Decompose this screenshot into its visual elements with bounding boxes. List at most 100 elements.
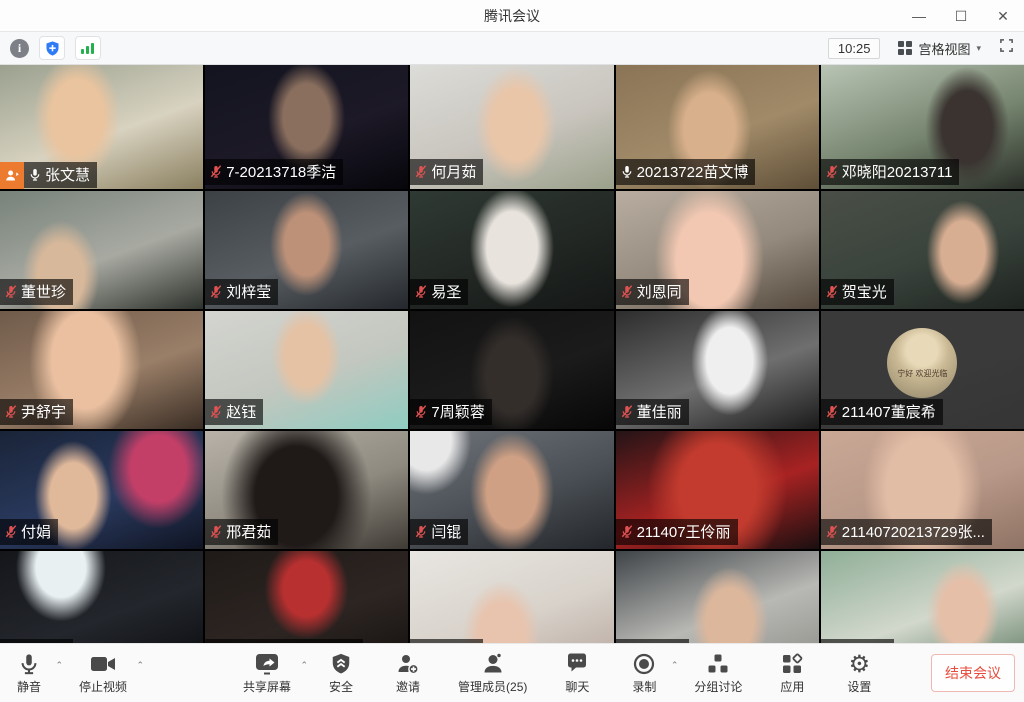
muted-mic-icon	[620, 404, 634, 419]
participant-name-label: 20213722苗文博	[616, 159, 756, 185]
participant-tile[interactable]: 20213722苗文博	[616, 65, 819, 189]
participant-tile[interactable]: 张丽汩	[616, 551, 819, 643]
participant-tile[interactable]: 朱丽娜	[0, 551, 203, 643]
maximize-button[interactable]: ☐	[940, 0, 982, 32]
participant-name-label: 何月茹	[410, 159, 483, 185]
muted-mic-icon	[414, 404, 428, 419]
participant-tile[interactable]: 21140720213729张...	[821, 431, 1024, 549]
title-bar: 腾讯会议 — ☐ ✕	[0, 0, 1024, 32]
participant-name-label: 董世珍	[0, 279, 73, 305]
chevron-up-icon[interactable]: ⌃	[671, 660, 679, 671]
window-title: 腾讯会议	[484, 6, 540, 26]
participant-tile[interactable]: 邢君茹	[205, 431, 408, 549]
toolbar-members-button[interactable]: 管理成员(25)	[458, 651, 527, 695]
muted-mic-icon	[209, 164, 223, 179]
muted-mic-icon	[4, 524, 18, 539]
toolbar-invite-button[interactable]: 邀请	[391, 651, 425, 695]
chevron-up-icon[interactable]: ⌃	[300, 660, 308, 671]
participant-name: 211407董宸希	[842, 401, 936, 422]
participant-tile[interactable]: 何月茹	[410, 65, 613, 189]
participant-name: 何月茹	[431, 161, 476, 182]
mic-on-icon	[620, 164, 634, 179]
participant-name: 211407王伶丽	[637, 521, 731, 542]
participant-tile[interactable]: 董世珍	[0, 191, 203, 309]
participant-tile[interactable]: 7-20213718季洁	[205, 65, 408, 189]
participant-tile[interactable]: 赵钰	[205, 311, 408, 429]
toolbar-button-label: 静音	[17, 678, 41, 695]
end-meeting-button[interactable]: 结束会议	[931, 654, 1015, 692]
chevron-up-icon[interactable]: ⌃	[136, 660, 144, 671]
muted-mic-icon	[209, 524, 223, 539]
toolbar-button-label: 录制	[632, 678, 656, 695]
camera-icon	[90, 651, 116, 677]
participant-name: 赵钰	[226, 401, 256, 422]
participant-tile[interactable]: 贺宝光	[821, 191, 1024, 309]
chat-icon	[565, 651, 589, 677]
participant-name-label: 21140720213729张...	[821, 519, 992, 545]
participant-tile[interactable]: 邓晓阳20213711	[821, 65, 1024, 189]
toolbar-chat-button[interactable]: 聊天	[560, 651, 594, 695]
participant-name: 7-20213718季洁	[226, 161, 336, 182]
participant-name-label: 张文慧	[24, 162, 97, 188]
participant-tile[interactable]: 211407王伶丽	[616, 431, 819, 549]
participant-tile[interactable]: 尹舒宇	[0, 311, 203, 429]
invite-icon	[396, 651, 420, 677]
participant-tile[interactable]: 刘梓莹	[205, 191, 408, 309]
participant-name: 闫锟	[431, 521, 461, 542]
participant-tile[interactable]: 7B20213732汪依雯	[205, 551, 408, 643]
minimize-button[interactable]: —	[898, 0, 940, 32]
chevron-up-icon[interactable]: ⌃	[55, 660, 63, 671]
apps-icon	[780, 651, 804, 677]
participant-name: 张文慧	[45, 164, 90, 185]
participant-tile[interactable]: 易圣	[410, 191, 613, 309]
toolbar-share-button[interactable]: 共享屏幕⌃	[243, 651, 291, 695]
muted-mic-icon	[414, 284, 428, 299]
participant-tile[interactable]: 宁好 欢迎光临 211407董宸希	[821, 311, 1024, 429]
participant-name: 21140720213729张...	[842, 521, 985, 542]
toolbar-button-label: 邀请	[396, 678, 420, 695]
participant-tile[interactable]: 雷姊矫	[410, 551, 613, 643]
toolbar-button-label: 聊天	[565, 678, 589, 695]
participant-name-label: 尹舒宇	[0, 399, 73, 425]
toolbar-shield-button[interactable]: 安全	[324, 651, 358, 695]
toolbar-apps-button[interactable]: 应用	[775, 651, 809, 695]
participant-name-label: 付娟	[0, 519, 58, 545]
grid-view-icon	[898, 41, 912, 55]
muted-mic-icon	[4, 404, 18, 419]
participant-name-label: 7-20213718季洁	[205, 159, 343, 185]
participant-tile[interactable]: 7周颖蓉	[410, 311, 613, 429]
mic-icon	[18, 651, 40, 677]
participant-tile[interactable]: 董佳丽	[616, 311, 819, 429]
info-icon[interactable]: i	[10, 39, 29, 58]
fullscreen-icon[interactable]	[999, 38, 1014, 58]
mic-on-icon	[28, 167, 42, 182]
network-signal-icon[interactable]	[75, 36, 101, 60]
participant-name: 董佳丽	[637, 401, 682, 422]
participant-tile[interactable]: 张文慧	[0, 65, 203, 189]
participant-name: 董世珍	[21, 281, 66, 302]
gear-icon: ⚙	[849, 651, 871, 677]
shield-plus-icon[interactable]	[39, 36, 65, 60]
participant-tile[interactable]: 刘宝丽	[821, 551, 1024, 643]
layout-view-switch[interactable]: 宫格视图 ▾	[898, 39, 981, 58]
person-icon	[5, 168, 20, 183]
participant-name-label: 董佳丽	[616, 399, 689, 425]
share-icon	[254, 651, 280, 677]
muted-mic-icon	[414, 524, 428, 539]
toolbar-breakout-button[interactable]: 分组讨论	[694, 651, 742, 695]
close-button[interactable]: ✕	[982, 0, 1024, 32]
participant-tile[interactable]: 付娟	[0, 431, 203, 549]
participant-tile[interactable]: 刘恩同	[616, 191, 819, 309]
toolbar-gear-button[interactable]: ⚙设置	[842, 651, 876, 695]
muted-mic-icon	[209, 404, 223, 419]
toolbar-mic-button[interactable]: 静音⌃	[12, 651, 46, 695]
participant-name: 刘恩同	[637, 281, 682, 302]
participant-name: 贺宝光	[842, 281, 887, 302]
toolbar-button-label: 分组讨论	[694, 678, 742, 695]
avatar: 宁好 欢迎光临	[887, 328, 957, 398]
toolbar-camera-button[interactable]: 停止视频⌃	[79, 651, 127, 695]
muted-mic-icon	[825, 404, 839, 419]
chevron-down-icon: ▾	[976, 43, 981, 54]
toolbar-record-button[interactable]: 录制⌃	[627, 651, 661, 695]
participant-tile[interactable]: 闫锟	[410, 431, 613, 549]
